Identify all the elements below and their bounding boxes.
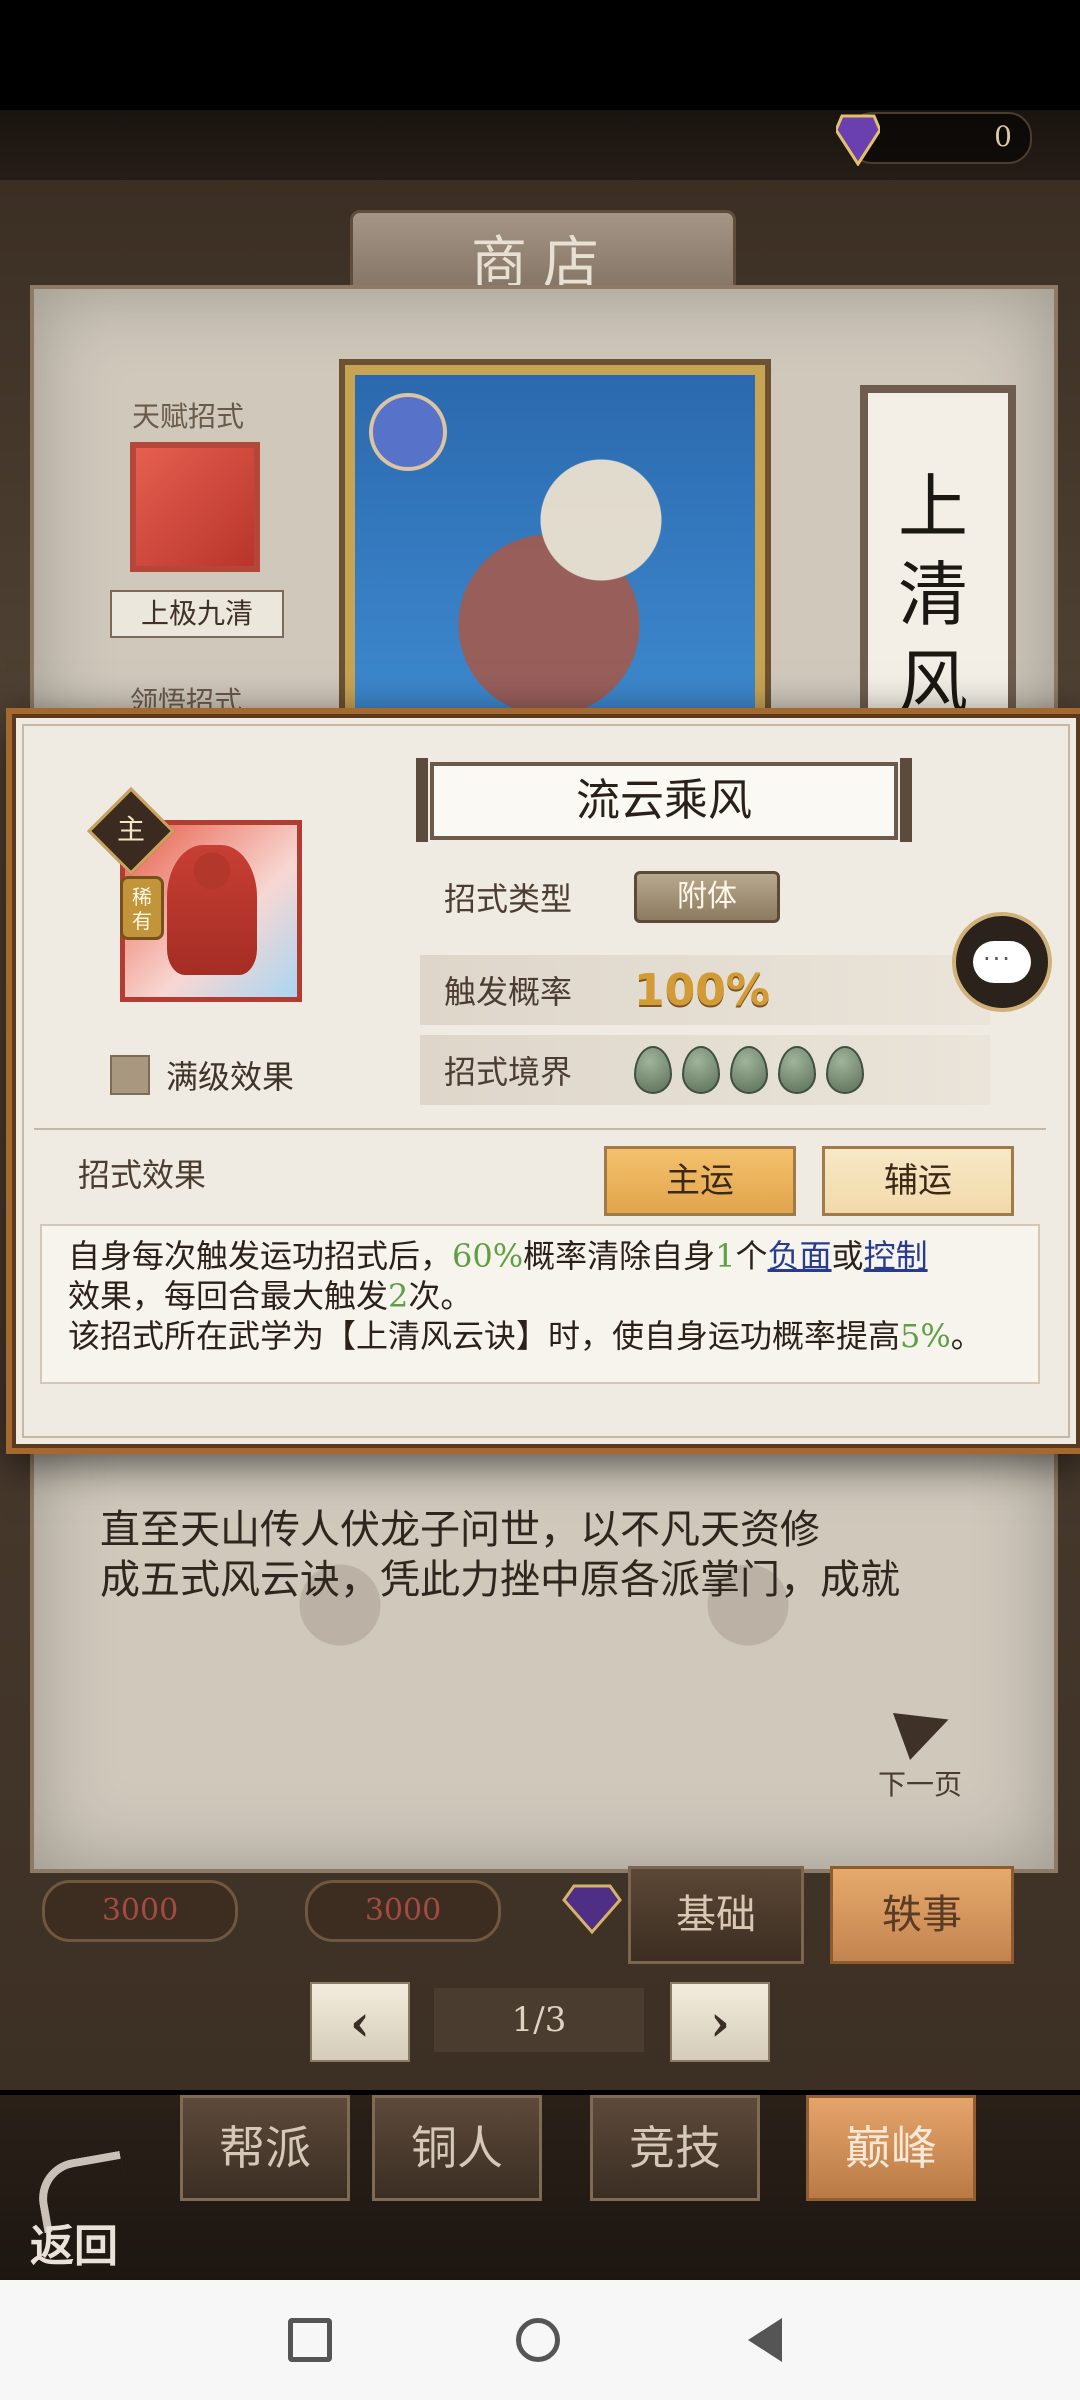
rate-value: 100%: [634, 964, 770, 1016]
bottom-tab-bronze[interactable]: 铜人: [372, 2095, 542, 2201]
price-tag[interactable]: 3000: [42, 1880, 238, 1942]
currency-display: 0: [836, 112, 1032, 166]
realm-bead-icon: [730, 1046, 768, 1094]
taichi-icon: [369, 393, 447, 471]
next-page-label: 下一页: [878, 1768, 963, 1801]
story-text: 直至天山传人伏龙子问世，以不凡天资修 成五式风云诀，凭此力挫中原各派掌门，成就: [100, 1505, 980, 1605]
realm-beads: [634, 1046, 864, 1094]
talent-label: 天赋招式: [132, 400, 245, 433]
chat-bubble-icon: [973, 941, 1031, 983]
tab-basic[interactable]: 基础: [628, 1866, 804, 1964]
realm-label: 招式境界: [444, 1053, 573, 1091]
desc-line-3: 该招式所在武学为【上清风云诀】时，使自身运功概率提高5%。: [68, 1317, 983, 1355]
realm-bead-icon: [778, 1046, 816, 1094]
desc-line-2: 效果，每回合最大触发2次。: [68, 1277, 473, 1315]
page-indicator: 1/3: [434, 1988, 644, 2052]
realm-bead-icon: [634, 1046, 672, 1094]
talent-skill-icon[interactable]: [130, 442, 260, 572]
tab-anecdote[interactable]: 轶事: [830, 1866, 1014, 1964]
realm-bead-icon: [682, 1046, 720, 1094]
control-effect-link[interactable]: 控制: [864, 1237, 928, 1275]
effect-description: 自身每次触发运功招式后，60%概率清除自身1个负面或控制 效果，每回合最大触发2…: [40, 1224, 1040, 1384]
talent-skill-name: 上极九清: [110, 590, 284, 638]
story-line-1: 直至天山传人伏龙子问世，以不凡天资修: [100, 1507, 820, 1553]
recent-apps-icon[interactable]: [288, 2318, 332, 2362]
rate-row: 触发概率 100%: [420, 955, 990, 1025]
status-bar: [0, 0, 1080, 110]
chevron-left-icon: ‹: [350, 1992, 370, 2052]
rare-badge: 稀有: [120, 876, 164, 940]
negative-effect-link[interactable]: 负面: [768, 1237, 832, 1275]
gem-icon: [562, 1884, 622, 1935]
primary-button[interactable]: 主运: [604, 1146, 796, 1216]
next-page-button[interactable]: 下一页: [878, 1695, 998, 1801]
pager: ‹ 1/3 ›: [310, 1982, 770, 2062]
curved-arrow-icon: [892, 1695, 958, 1761]
effect-label: 招式效果: [78, 1156, 207, 1194]
type-label: 招式类型: [444, 880, 573, 918]
title-banner: 上清风云: [860, 385, 1016, 812]
divider: [34, 1128, 1046, 1130]
story-line-2: 成五式风云诀，凭此力挫中原各派掌门，成就: [100, 1557, 900, 1603]
realm-bead-icon: [826, 1046, 864, 1094]
prev-page-button[interactable]: ‹: [310, 1982, 410, 2062]
realm-row: 招式境界: [420, 1035, 990, 1105]
character-card[interactable]: [345, 365, 765, 745]
checkbox[interactable]: [110, 1055, 150, 1095]
back-button[interactable]: 返回: [30, 2150, 140, 2272]
chevron-right-icon: ›: [710, 1992, 730, 2052]
skill-figure: [167, 845, 257, 975]
gem-icon: [836, 114, 880, 166]
rate-label: 触发概率: [444, 973, 573, 1011]
secondary-button[interactable]: 辅运: [822, 1146, 1014, 1216]
bottom-tab-arena[interactable]: 竞技: [590, 2095, 760, 2201]
type-value: 附体: [634, 871, 780, 923]
chat-button[interactable]: [952, 912, 1052, 1012]
desc-line-1: 自身每次触发运功招式后，60%概率清除自身1个负面或控制: [68, 1237, 928, 1275]
currency-value: 0: [994, 120, 1012, 153]
skill-name: 流云乘风: [416, 758, 912, 842]
type-row: 招式类型 附体: [420, 862, 990, 932]
max-level-label: 满级效果: [166, 1058, 295, 1096]
max-level-toggle[interactable]: 满级效果: [110, 1052, 294, 1098]
bottom-tab-peak[interactable]: 巅峰: [806, 2095, 976, 2201]
price-tag[interactable]: 3000: [305, 1880, 501, 1942]
next-page-arrow-button[interactable]: ›: [670, 1982, 770, 2062]
back-nav-icon[interactable]: [748, 2318, 782, 2362]
bottom-tab-gang[interactable]: 帮派: [180, 2095, 350, 2201]
back-label: 返回: [30, 2221, 118, 2272]
character-illustration: [445, 415, 705, 715]
home-icon[interactable]: [516, 2318, 560, 2362]
skill-icon-wrap: 主 稀有: [87, 787, 340, 1040]
